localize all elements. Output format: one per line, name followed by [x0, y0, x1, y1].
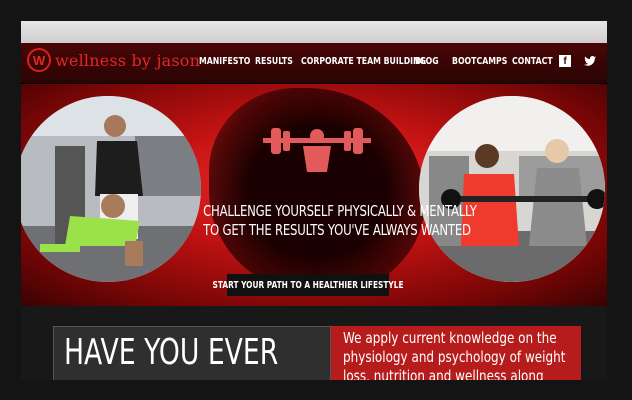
facebook-icon[interactable]: f [559, 55, 571, 67]
intro-section: HAVE YOU EVER We apply current knowledge… [21, 306, 607, 380]
intro-body-panel: We apply current knowledge on the physio… [331, 326, 581, 380]
brand-name: wellness by jason [55, 50, 201, 70]
nav-manifesto[interactable]: MANIFESTO [199, 56, 250, 67]
hero-photo-right [419, 96, 605, 282]
nav-blog[interactable]: BLOG [415, 56, 445, 67]
nav-contact[interactable]: CONTACT [512, 56, 553, 67]
browser-toolbar [21, 21, 607, 43]
hero-photo-left [21, 96, 201, 282]
hero-headline-line2: TO GET THE RESULTS YOU'VE ALWAYS WANTED [203, 221, 471, 239]
brush-stroke-background [209, 88, 425, 294]
nav-results[interactable]: RESULTS [255, 56, 293, 67]
weightlifter-icon [263, 128, 371, 172]
intro-heading-panel: HAVE YOU EVER [53, 326, 331, 380]
logo[interactable]: W wellness by jason [27, 48, 200, 72]
top-nav: W wellness by jason MANIFESTO RESULTS CO… [21, 43, 607, 84]
intro-body: We apply current knowledge on the physio… [343, 329, 566, 380]
cta-button[interactable]: START YOUR PATH TO A HEALTHIER LIFESTYLE [213, 274, 404, 296]
intro-heading: HAVE YOU EVER [64, 332, 279, 373]
hero-headline: CHALLENGE YOURSELF PHYSICALLY & MENTALLY… [171, 202, 477, 240]
browser-window: W wellness by jason MANIFESTO RESULTS CO… [21, 21, 607, 380]
nav-corporate-team-building[interactable]: CORPORATE TEAM BUILDING [301, 56, 426, 67]
website: W wellness by jason MANIFESTO RESULTS CO… [21, 43, 607, 380]
nav-menu: MANIFESTO RESULTS CORPORATE TEAM BUILDIN… [199, 56, 553, 67]
hero-headline-line1: CHALLENGE YOURSELF PHYSICALLY & MENTALLY [203, 202, 477, 220]
twitter-icon[interactable] [584, 55, 596, 67]
logo-mark-icon: W [27, 48, 51, 72]
cta-label: START YOUR PATH TO A HEALTHIER LIFESTYLE [212, 279, 404, 291]
nav-bootcamps[interactable]: BOOTCAMPS [452, 56, 507, 67]
hero-banner: CHALLENGE YOURSELF PHYSICALLY & MENTALLY… [21, 84, 607, 306]
